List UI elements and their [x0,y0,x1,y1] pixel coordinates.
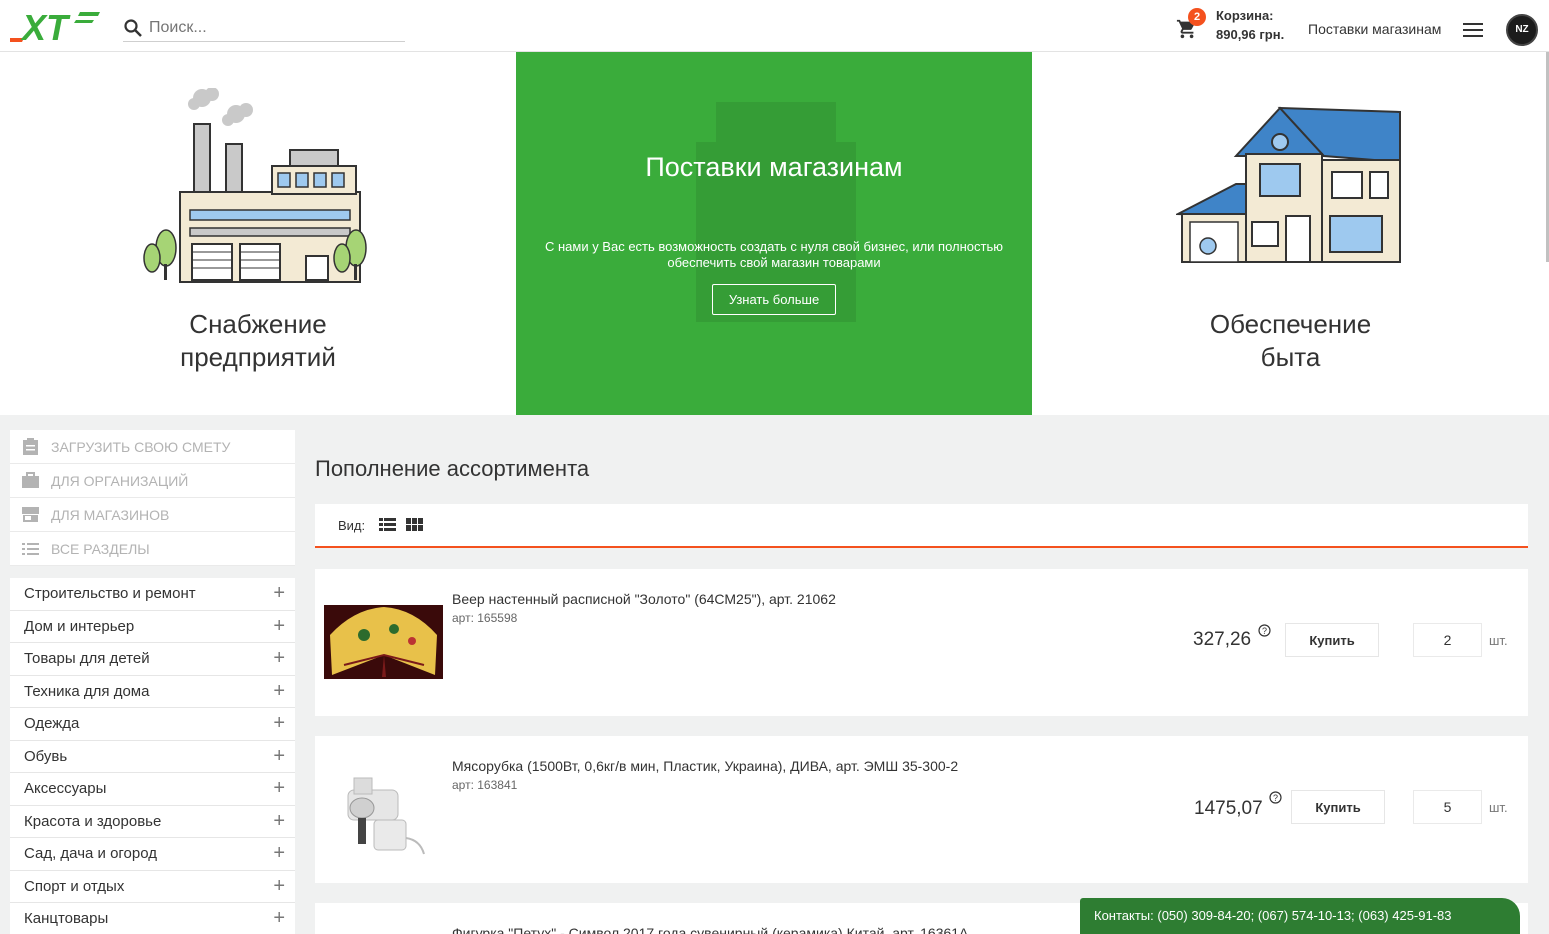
plus-icon[interactable]: + [273,907,285,930]
search-input[interactable] [149,18,389,37]
avatar[interactable]: NZ [1506,14,1538,46]
store-icon [22,507,39,522]
quick-label: Для организаций [51,472,189,489]
plus-icon[interactable]: + [273,777,285,800]
plus-icon[interactable]: + [273,712,285,735]
svg-text:XT: XT [20,8,71,44]
plus-icon[interactable]: + [273,647,285,670]
category-label: Красота и здоровье [24,812,162,830]
category-label: Одежда [24,715,80,733]
category-label: Обувь [24,747,68,765]
product-image[interactable] [324,605,443,679]
plus-icon[interactable]: + [273,810,285,833]
menu-icon[interactable] [1463,22,1483,38]
cart-title: Корзина: [1216,8,1274,23]
quick-all-sections[interactable]: Все разделы [10,532,295,566]
buy-button[interactable]: Купить [1291,790,1385,824]
logo-icon[interactable]: XT [10,8,102,44]
cart-sum: 890,96 грн. [1216,27,1285,42]
quantity-input[interactable] [1413,790,1482,824]
plus-icon[interactable]: + [273,842,285,865]
category-list: Строительство и ремонт + Дом и интерьер + … [10,578,295,934]
cart-count-badge: 2 [1188,8,1206,26]
product-article: арт: 163841 [452,778,518,792]
category-item[interactable]: Одежда + [10,708,295,741]
category-item[interactable]: Дом и интерьер + [10,611,295,643]
home-caption: Обеспечение быта [1209,309,1372,372]
help-icon[interactable]: ? [1269,791,1282,804]
category-item[interactable]: Строительство и ремонт + [10,578,295,611]
category-label: Строительство и ремонт [24,585,196,603]
hero-enterprise-panel[interactable]: Снабжение предприятий [0,52,516,415]
plus-icon[interactable]: + [273,875,285,898]
quick-organizations[interactable]: Для организаций [10,464,295,498]
product-image[interactable] [324,750,443,860]
svg-text:?: ? [1273,793,1278,803]
hero-home-panel[interactable]: Обеспечение быта [1032,52,1549,415]
product-name[interactable]: Фигурка "Петух" - Символ 2017 года сувен… [452,925,968,934]
category-item[interactable]: Сад, дача и огород + [10,838,295,871]
category-item[interactable]: Спорт и отдых + [10,871,295,903]
view-label: Вид: [338,517,366,533]
product-card: Веер настенный расписной "Золото" (64СМ2… [315,569,1528,716]
cart[interactable]: 2 Корзина: 890,96 грн. [1176,8,1296,44]
quick-shops[interactable]: Для магазинов [10,498,295,532]
hero-shops-panel[interactable]: Поставки магазинам С нами у Вас есть воз… [516,52,1032,415]
house-icon [1176,106,1401,263]
search-bar [123,14,405,42]
quick-label: Загрузить свою смету [51,438,231,455]
category-item[interactable]: Техника для дома + [10,676,295,708]
buy-button[interactable]: Купить [1285,623,1379,657]
view-toolbar: Вид: [315,504,1528,548]
contacts-bar[interactable]: Контакты: (050) 309-84-20; (067) 574-10-… [1080,898,1520,934]
plus-icon[interactable]: + [273,582,285,605]
plus-icon[interactable]: + [273,680,285,703]
quick-links: Загрузить свою смету Для организаций Для… [10,430,295,566]
product-name[interactable]: Веер настенный расписной "Золото" (64СМ2… [452,591,836,607]
category-label: Товары для детей [24,650,150,668]
shop-supply-link[interactable]: Поставки магазинам [1308,21,1441,37]
quick-upload-estimate[interactable]: Загрузить свою смету [10,430,295,464]
plus-icon[interactable]: + [273,745,285,768]
learn-more-button[interactable]: Узнать больше [712,284,836,315]
category-label: Сад, дача и огород [24,845,158,863]
quantity-unit: шт. [1489,633,1508,648]
briefcase-icon [22,472,39,488]
list-view-icon[interactable] [379,518,397,532]
category-label: Аксессуары [24,780,107,798]
product-article: арт: 165598 [452,611,518,625]
header: XT 2 Корзина: 890,96 грн. Поставки магаз… [0,0,1549,52]
help-icon[interactable]: ? [1258,624,1271,637]
plus-icon[interactable]: + [273,615,285,638]
quick-label: Для магазинов [51,506,170,523]
search-icon[interactable] [123,18,143,38]
page-title: Пополнение ассортимента [315,456,590,481]
clipboard-icon [23,438,38,455]
quantity-unit: шт. [1489,800,1508,815]
svg-text:?: ? [1262,626,1267,636]
category-label: Спорт и отдых [24,877,125,895]
product-price: 1475,07 [1194,798,1263,819]
grid-view-icon[interactable] [406,518,424,532]
product-card: Мясорубка (1500Вт, 0,6кг/в мин, Пластик,… [315,736,1528,883]
list-icon [22,543,39,555]
category-label: Техника для дома [24,682,150,700]
category-item[interactable]: Товары для детей + [10,643,295,676]
category-item[interactable]: Обувь + [10,741,295,773]
category-item[interactable]: Канцтовары + [10,903,295,934]
factory-icon [143,88,367,283]
quick-label: Все разделы [51,540,150,557]
shops-title: Поставки магазинам [645,152,903,182]
enterprise-caption: Снабжение предприятий [180,309,336,372]
category-label: Дом и интерьер [24,617,135,635]
category-item[interactable]: Аксессуары + [10,773,295,806]
product-name[interactable]: Мясорубка (1500Вт, 0,6кг/в мин, Пластик,… [452,758,958,774]
hero-banner: Снабжение предприятий Поставки магазинам… [0,52,1549,415]
shops-description: С нами у Вас есть возможность создать с … [544,239,1004,270]
category-item[interactable]: Красота и здоровье + [10,806,295,838]
quantity-input[interactable] [1413,623,1482,657]
category-label: Канцтовары [24,910,109,928]
sidebar: Загрузить свою смету Для организаций Для… [10,430,295,934]
product-price: 327,26 [1193,629,1252,650]
